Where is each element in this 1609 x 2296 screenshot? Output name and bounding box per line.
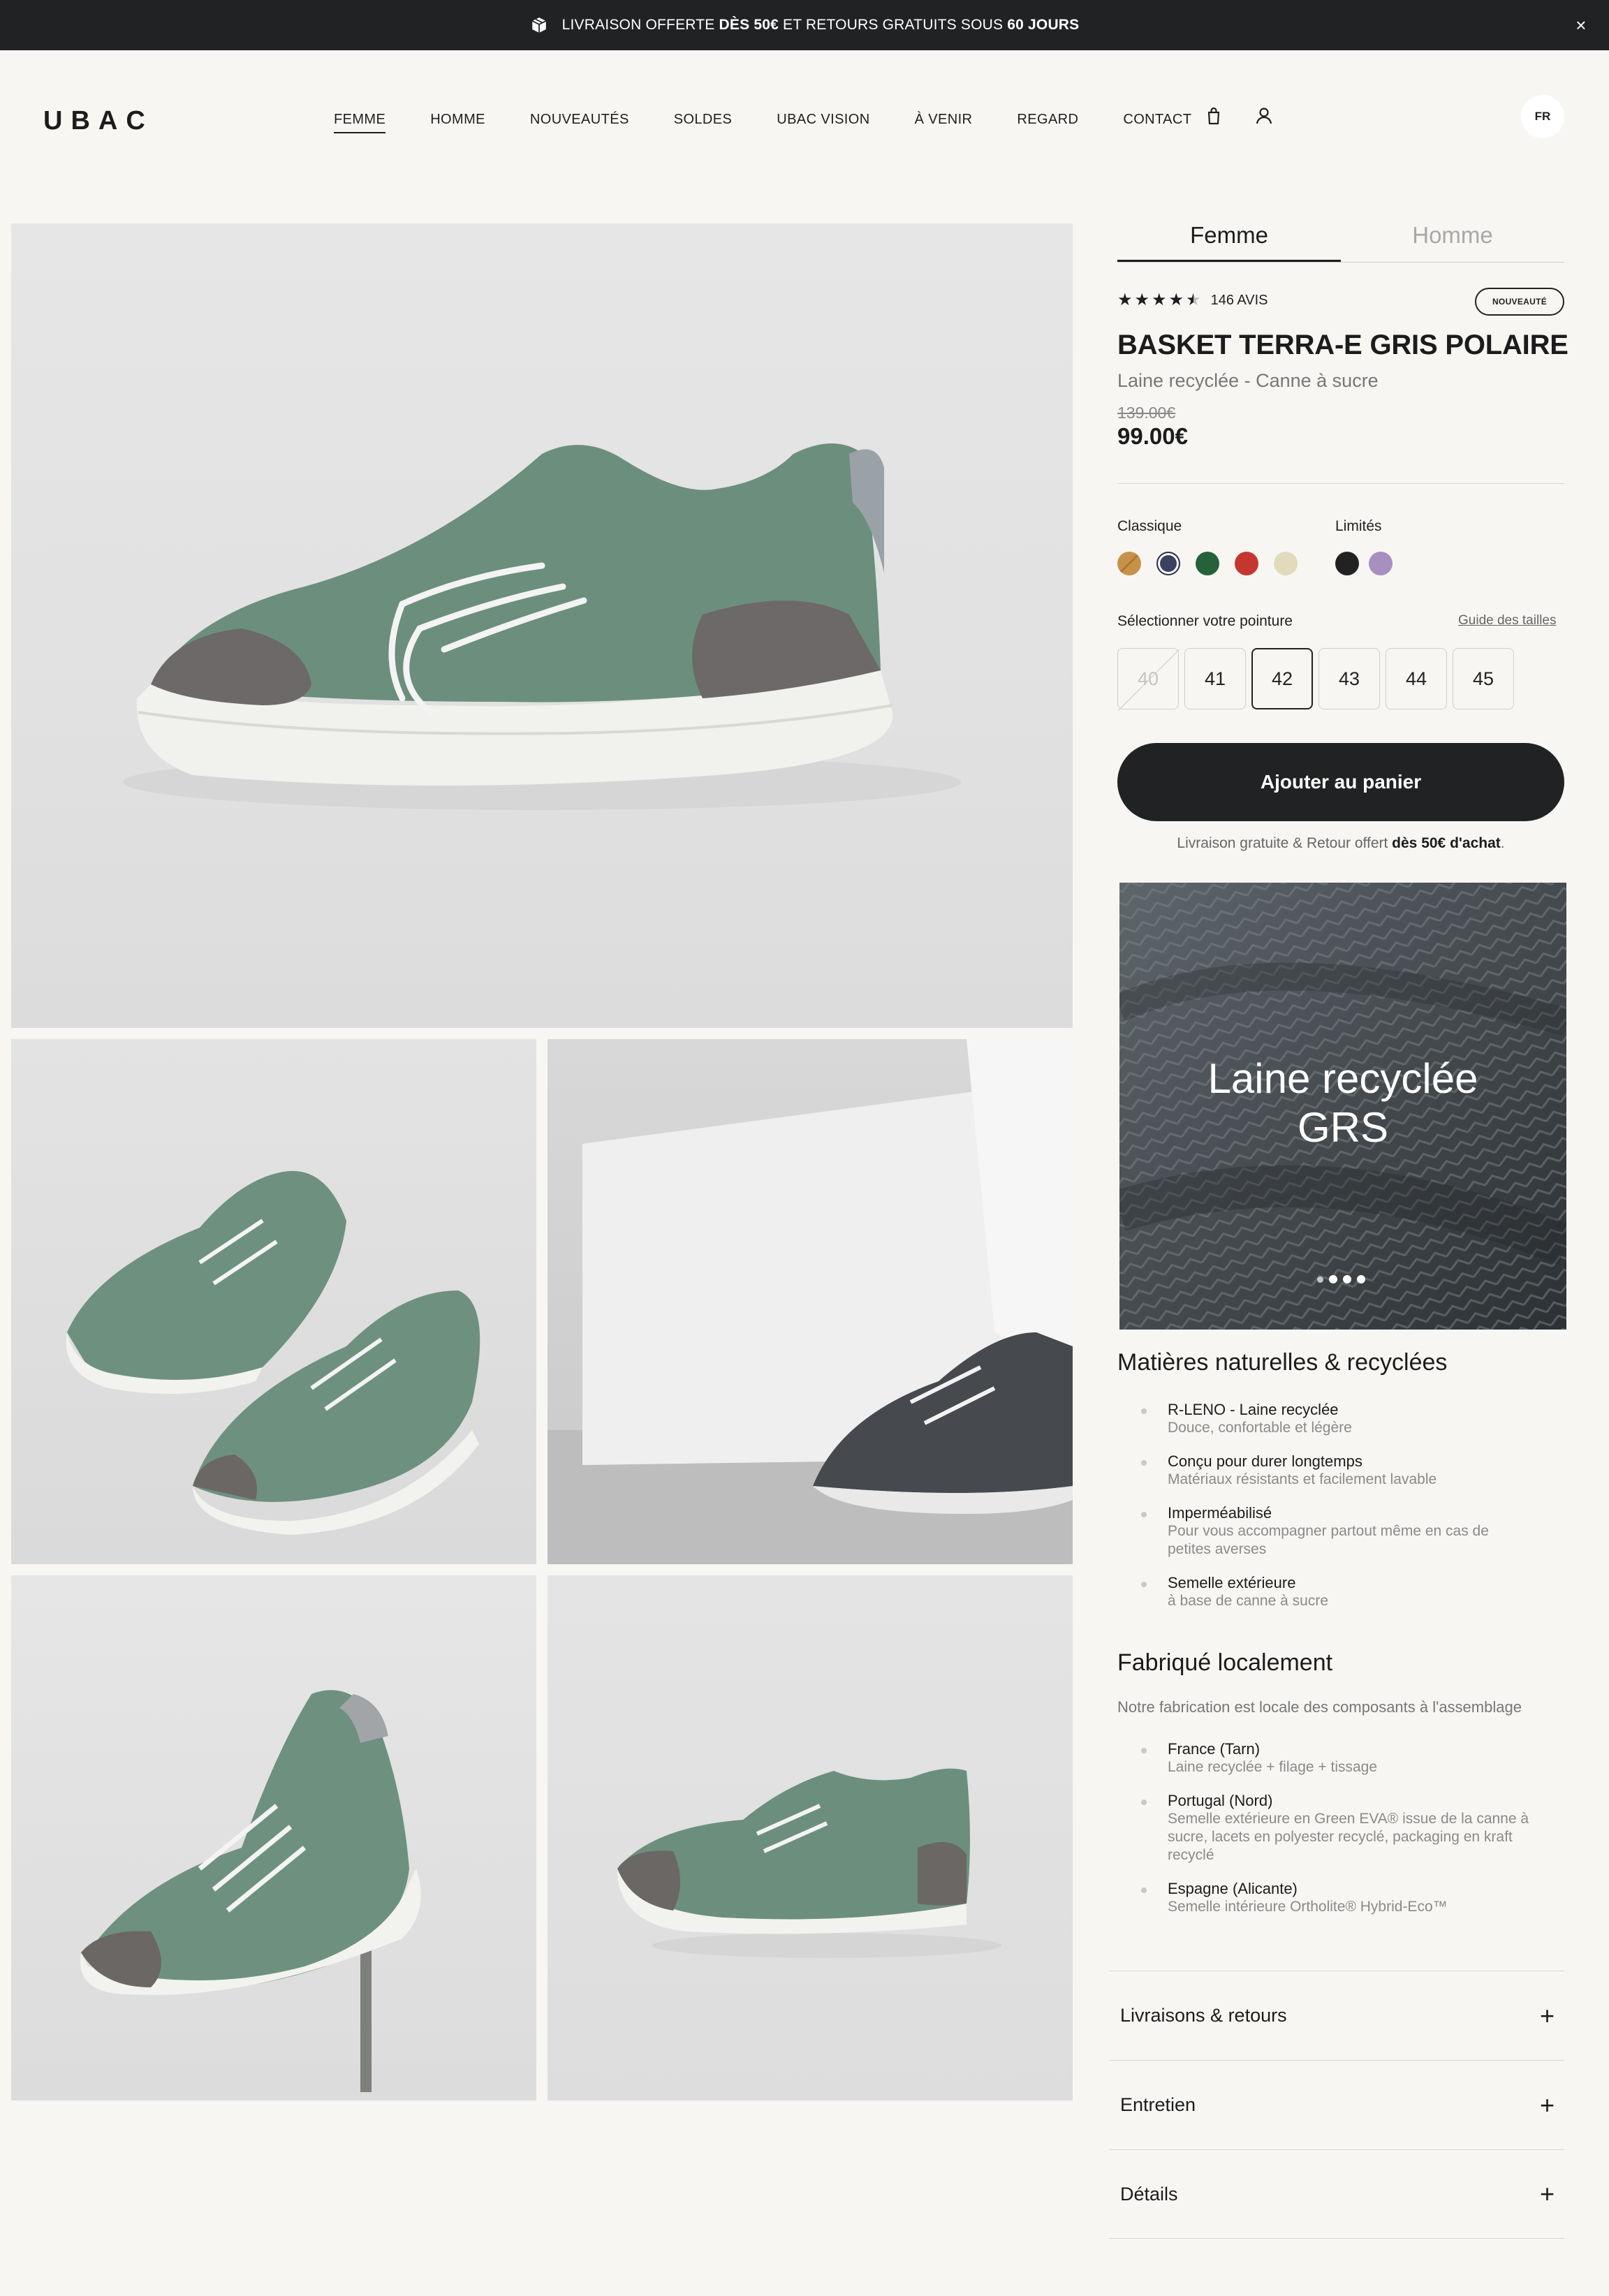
nav-a-venir[interactable]: À VENIR (915, 112, 973, 133)
main-nav: FEMME HOMME NOUVEAUTÉS SOLDES UBAC VISIO… (334, 112, 1236, 133)
sneaker-small-side-image (617, 1768, 1001, 1958)
plus-icon: + (1539, 2090, 1555, 2119)
shipping-note: Livraison gratuite & Retour offert dès 5… (1177, 835, 1505, 851)
accordion-label: Entretien (1120, 2094, 1196, 2115)
carousel-dot[interactable] (1317, 1276, 1323, 1283)
product-image-pair[interactable] (11, 1039, 536, 1564)
size-guide-link[interactable]: Guide des tailles (1458, 613, 1556, 628)
size-option-45[interactable]: 45 (1453, 648, 1514, 709)
local-intro: Notre fabrication est locale des composa… (1117, 1698, 1522, 1716)
color-swatch-limited-2[interactable] (1369, 552, 1393, 575)
nav-regard[interactable]: REGARD (1017, 112, 1078, 133)
announcement-text: LIVRAISON OFFERTE DÈS 50€ ET RETOURS GRA… (561, 17, 1080, 33)
limited-colors-label: Limités (1335, 518, 1382, 534)
size-option-44[interactable]: 44 (1386, 648, 1447, 709)
size-option-40[interactable]: 40 (1117, 648, 1179, 709)
nav-nouveautes[interactable]: NOUVEAUTÉS (530, 112, 629, 133)
nav-ubac-vision[interactable]: UBAC VISION (777, 112, 869, 133)
list-item: France (Tarn) Laine recyclée + filage + t… (1117, 1740, 1564, 1776)
product-image-worn[interactable] (548, 1039, 1073, 1564)
product-image-small-side[interactable] (548, 1575, 1073, 2100)
size-option-43[interactable]: 43 (1318, 648, 1380, 709)
product-image-main[interactable] (11, 223, 1073, 1028)
sneaker-pair-image (66, 1170, 480, 1535)
color-swatch-classic-2[interactable] (1156, 552, 1180, 575)
brand-logo[interactable]: UBAC (43, 106, 154, 136)
list-item: Imperméabilisé Pour vous accompagner part… (1117, 1504, 1564, 1559)
size-option-42[interactable]: 42 (1251, 648, 1313, 709)
review-count[interactable]: 146 AVIS (1211, 293, 1268, 309)
size-label: Sélectionner votre pointure (1117, 613, 1293, 629)
materials-title: Matières naturelles & recyclées (1117, 1349, 1448, 1376)
accordion-label: Détails (1120, 2183, 1178, 2205)
carousel-dots (1317, 1275, 1365, 1283)
list-item: R-LENO - Laine recyclée Douce, confortabl… (1117, 1401, 1564, 1437)
shopping-bag-icon[interactable] (1203, 105, 1225, 127)
tab-femme[interactable]: Femme (1117, 218, 1341, 262)
divider (1117, 483, 1564, 484)
accordion-details[interactable]: Détails + (1109, 2149, 1564, 2239)
gender-tabs: Femme Homme (1117, 218, 1564, 263)
carousel-dot[interactable] (1343, 1275, 1351, 1283)
color-swatch-classic-1[interactable] (1117, 552, 1141, 575)
tab-homme[interactable]: Homme (1341, 218, 1564, 262)
size-option-41[interactable]: 41 (1184, 648, 1246, 709)
material-caption: Laine recyclée GRS (1207, 1055, 1478, 1151)
classic-colors-label: Classique (1117, 518, 1182, 534)
site-header: UBAC FEMME HOMME NOUVEAUTÉS SOLDES UBAC … (0, 50, 1609, 190)
color-swatch-classic-3[interactable] (1196, 552, 1219, 575)
nav-homme[interactable]: HOMME (430, 112, 485, 133)
star-icon: ★ (1117, 290, 1133, 309)
product-image-stand[interactable] (11, 1575, 536, 2100)
product-title: BASKET TERRA-E GRIS POLAIRE (1117, 330, 1568, 360)
plus-icon: + (1539, 2179, 1555, 2208)
old-price: 139.00€ (1117, 404, 1176, 422)
local-list: France (Tarn) Laine recyclée + filage + t… (1117, 1740, 1564, 1931)
star-icon: ★ (1168, 290, 1184, 309)
language-switcher[interactable]: FR (1521, 95, 1564, 138)
color-swatch-classic-5[interactable] (1274, 552, 1298, 575)
rating[interactable]: ★ ★ ★ ★ ★ 146 AVIS (1117, 292, 1268, 309)
nav-femme[interactable]: FEMME (334, 112, 386, 133)
sneaker-stand-image (80, 1690, 421, 2092)
new-badge: NOUVEAUTÉ (1475, 288, 1564, 316)
accordion-care[interactable]: Entretien + (1109, 2060, 1564, 2149)
star-icon: ★ (1152, 290, 1167, 309)
close-icon: × (1575, 15, 1587, 36)
star-rating: ★ ★ ★ ★ ★ (1117, 292, 1201, 309)
account-icon[interactable] (1253, 105, 1275, 127)
color-swatch-classic-4[interactable] (1235, 552, 1258, 575)
sneaker-side-image (123, 443, 961, 810)
local-title: Fabriqué localement (1117, 1649, 1333, 1676)
list-item: Conçu pour durer longtemps Matériaux rési… (1117, 1452, 1564, 1489)
sneaker-worn-image (548, 1039, 1073, 1564)
nav-contact[interactable]: CONTACT (1123, 112, 1191, 133)
package-icon (531, 17, 546, 33)
half-star-icon: ★ (1186, 290, 1201, 309)
list-item: Semelle extérieure à base de canne à sucr… (1117, 1574, 1564, 1610)
plus-icon: + (1539, 2001, 1555, 2030)
nav-soldes[interactable]: SOLDES (674, 112, 733, 133)
list-item: Portugal (Nord) Semelle extérieure en Gre… (1117, 1792, 1564, 1864)
material-carousel[interactable]: Laine recyclée GRS (1119, 883, 1566, 1330)
accordion-label: Livraisons & retours (1120, 2005, 1287, 2026)
product-subtitle: Laine recyclée - Canne à sucre (1117, 370, 1379, 391)
add-to-cart-button[interactable]: Ajouter au panier (1117, 743, 1564, 821)
current-price: 99.00€ (1117, 423, 1188, 449)
announcement-bar: LIVRAISON OFFERTE DÈS 50€ ET RETOURS GRA… (0, 0, 1609, 50)
materials-list: R-LENO - Laine recyclée Douce, confortabl… (1117, 1401, 1564, 1626)
color-swatch-limited-1[interactable] (1335, 552, 1359, 575)
carousel-dot[interactable] (1329, 1275, 1337, 1283)
carousel-dot[interactable] (1357, 1275, 1365, 1283)
close-announcement-button[interactable]: × (1571, 15, 1591, 35)
accordion-shipping[interactable]: Livraisons & retours + (1109, 1971, 1564, 2060)
list-item: Espagne (Alicante) Semelle intérieure Ort… (1117, 1880, 1564, 1916)
star-icon: ★ (1134, 290, 1150, 309)
